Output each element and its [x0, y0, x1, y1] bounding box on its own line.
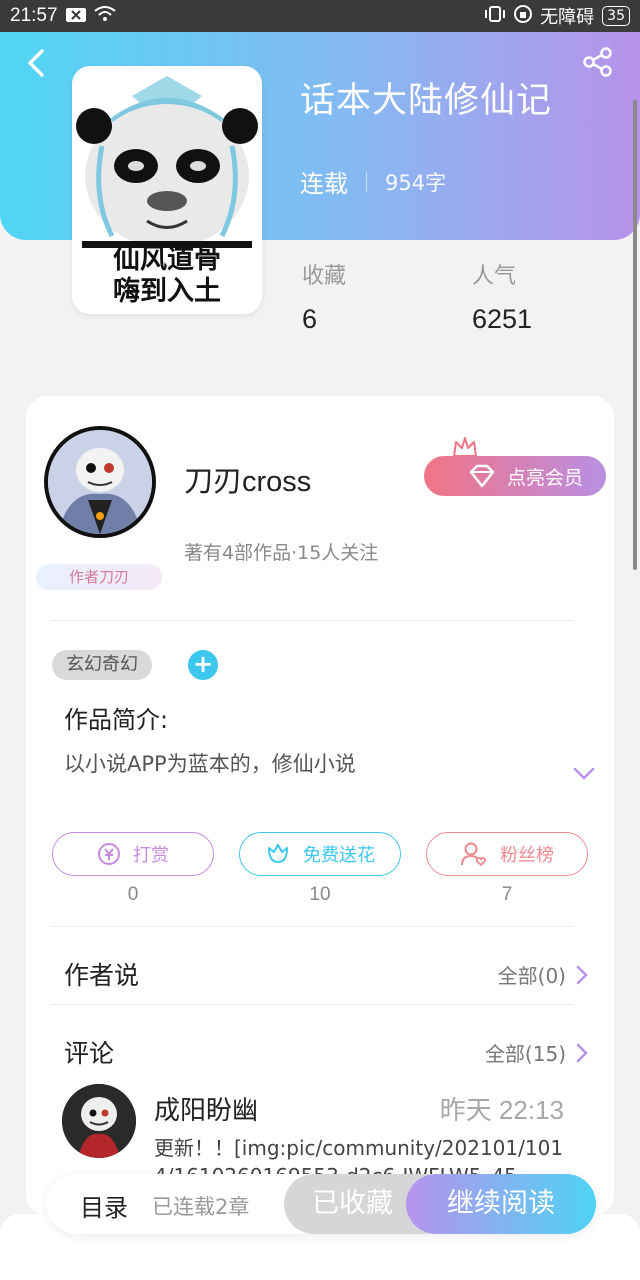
reward-count: 0: [127, 884, 139, 905]
word-count: 954字: [385, 170, 447, 195]
send-flower-label: 免费送花: [303, 845, 375, 866]
flower-count: 10: [309, 884, 331, 905]
continue-reading-button[interactable]: 继续阅读: [406, 1174, 596, 1234]
stat-label: 收藏: [302, 264, 347, 289]
stat-label: 人气: [472, 264, 517, 289]
stat-popularity: 人气 6251: [472, 258, 532, 335]
cover-caption-line1: 仙风道骨: [113, 244, 221, 275]
commenter-avatar[interactable]: [62, 1084, 136, 1158]
book-cover[interactable]: 仙风道骨 嗨到入土: [72, 66, 262, 314]
comments-title: 评论: [64, 1039, 115, 1068]
author-says-all-link[interactable]: 全部(0): [498, 960, 588, 989]
genre-tag[interactable]: 玄幻奇幻: [52, 650, 152, 680]
author-name[interactable]: 刀刃cross: [184, 458, 311, 500]
lock-rotation-icon: [514, 4, 533, 28]
stat-value: 6: [302, 304, 318, 334]
vibrate-icon: [484, 5, 506, 28]
intro-text: 以小说APP为蓝本的，修仙小说: [64, 752, 356, 776]
divider: [50, 620, 574, 621]
detail-card: 作者刀刃 刀刃cross 著有4部作品·15人关注 点亮会员 玄幻奇幻 + 作品…: [26, 396, 614, 1216]
meta-divider: [366, 171, 367, 192]
fan-ranking-button[interactable]: 粉丝榜: [426, 832, 588, 876]
share-button[interactable]: [582, 46, 614, 78]
scrollbar[interactable]: [633, 100, 637, 570]
author-says-link-label: 全部(0): [497, 964, 566, 988]
avatar-image: [62, 1084, 136, 1158]
chevron-right-icon: [576, 1043, 588, 1062]
intro-title: 作品简介:: [64, 706, 169, 734]
comments-all-link[interactable]: 全部(15): [485, 1038, 588, 1067]
chapter-count: 已连载2章: [152, 1195, 250, 1219]
close-notification-icon: [65, 6, 86, 27]
back-button[interactable]: [22, 48, 50, 78]
stat-value: 6251: [472, 304, 533, 334]
wifi-icon: [93, 5, 116, 27]
share-icon: [583, 47, 612, 77]
send-flower-button[interactable]: 免费送花: [239, 832, 401, 876]
divider: [50, 926, 574, 927]
cover-caption-line2: 嗨到入土: [113, 276, 221, 307]
diamond-icon: [469, 464, 495, 488]
reward-button[interactable]: 打赏: [52, 832, 214, 876]
chevron-right-icon: [576, 965, 588, 984]
divider: [50, 1004, 574, 1005]
flower-icon: [268, 844, 288, 863]
yen-icon: [98, 843, 120, 865]
author-badge: 作者刀刃: [36, 564, 162, 590]
add-tag-button[interactable]: +: [188, 650, 218, 680]
chevron-left-icon: [28, 49, 44, 77]
expand-button[interactable]: [572, 766, 596, 786]
book-title: 话本大陆修仙记: [300, 81, 553, 121]
chevron-down-icon: [573, 767, 595, 780]
table-of-contents-button[interactable]: 目录: [80, 1188, 128, 1223]
comments-link-label: 全部(15): [484, 1042, 566, 1066]
status-bar: 21:57 无障碍 35: [0, 0, 640, 32]
fan-count: 7: [501, 884, 513, 905]
commenter-name[interactable]: 成阳盼幽: [154, 1090, 258, 1127]
bottom-action-bar: 目录 已连载2章 已收藏 继续阅读: [46, 1174, 596, 1234]
stat-favorites: 收藏 6: [302, 258, 346, 335]
author-meta: 著有4部作品·15人关注: [184, 542, 379, 564]
vip-button[interactable]: 点亮会员: [424, 456, 606, 496]
fan-ranking-label: 粉丝榜: [500, 845, 554, 866]
reward-label: 打赏: [133, 845, 169, 866]
serial-status: 连载: [300, 170, 348, 198]
accessibility-label: 无障碍: [540, 7, 595, 28]
comment-time: 昨天 22:13: [439, 1095, 564, 1125]
author-says-title: 作者说: [64, 961, 140, 990]
author-avatar[interactable]: [44, 426, 156, 538]
fan-icon: [461, 842, 487, 867]
book-meta: 连载 954字: [300, 164, 446, 199]
cover-caption: 仙风道骨 嗨到入土: [72, 244, 262, 308]
vip-button-label: 点亮会员: [506, 466, 583, 489]
status-time: 21:57: [10, 5, 58, 26]
avatar-image: [48, 430, 152, 534]
battery-indicator: 35: [602, 6, 630, 26]
